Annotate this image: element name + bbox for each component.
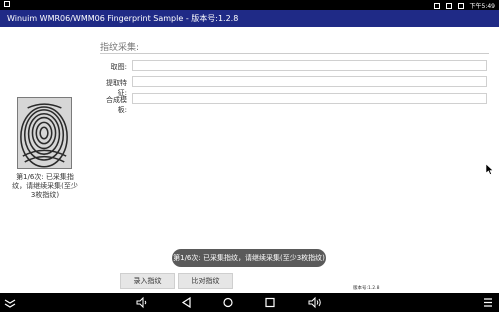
toast-message: 第1/6次: 已采集指纹，请继续采集(至少3枚指纹) xyxy=(172,249,326,267)
enroll-fingerprint-button[interactable]: 录入指纹 xyxy=(120,273,175,289)
status-left xyxy=(4,1,10,7)
section-divider xyxy=(100,53,489,54)
version-label: 版本号:1.2.8 xyxy=(353,286,380,291)
volume-up-icon[interactable] xyxy=(308,296,322,309)
wifi-icon xyxy=(457,2,464,9)
collapse-icon[interactable] xyxy=(3,296,17,309)
mouse-cursor-icon xyxy=(485,160,494,175)
notification-icon xyxy=(4,1,10,7)
status-right: 下午5:49 xyxy=(433,1,495,10)
navigation-bar xyxy=(0,293,499,312)
menu-icon[interactable] xyxy=(481,296,495,309)
ethernet-icon xyxy=(445,2,452,9)
volume-down-icon[interactable] xyxy=(135,296,149,309)
fingerprint-icon xyxy=(18,98,71,168)
capture-label: 取图: xyxy=(110,63,127,71)
app-title: Winuim WMR06/WMM06 Fingerprint Sample - … xyxy=(7,14,239,23)
fingerprint-image xyxy=(17,97,72,169)
extract-feature-field[interactable] xyxy=(132,76,487,87)
status-time: 下午5:49 xyxy=(469,3,495,10)
android-icon xyxy=(433,2,440,9)
fingerprint-status-text: 第1/6次: 已采集指纹，请继续采集(至少3枚指纹) xyxy=(12,173,78,199)
merge-template-field[interactable] xyxy=(132,93,487,104)
verify-fingerprint-button[interactable]: 比对指纹 xyxy=(178,273,233,289)
capture-field[interactable] xyxy=(132,60,487,71)
section-title: 指纹采集: xyxy=(100,43,140,53)
status-bar: 下午5:49 xyxy=(0,0,499,10)
app-title-bar: Winuim WMR06/WMM06 Fingerprint Sample - … xyxy=(0,10,499,27)
home-icon[interactable] xyxy=(221,296,235,309)
recents-icon[interactable] xyxy=(263,296,277,309)
back-icon[interactable] xyxy=(180,296,194,309)
merge-template-label: 合成模板: xyxy=(106,96,127,114)
